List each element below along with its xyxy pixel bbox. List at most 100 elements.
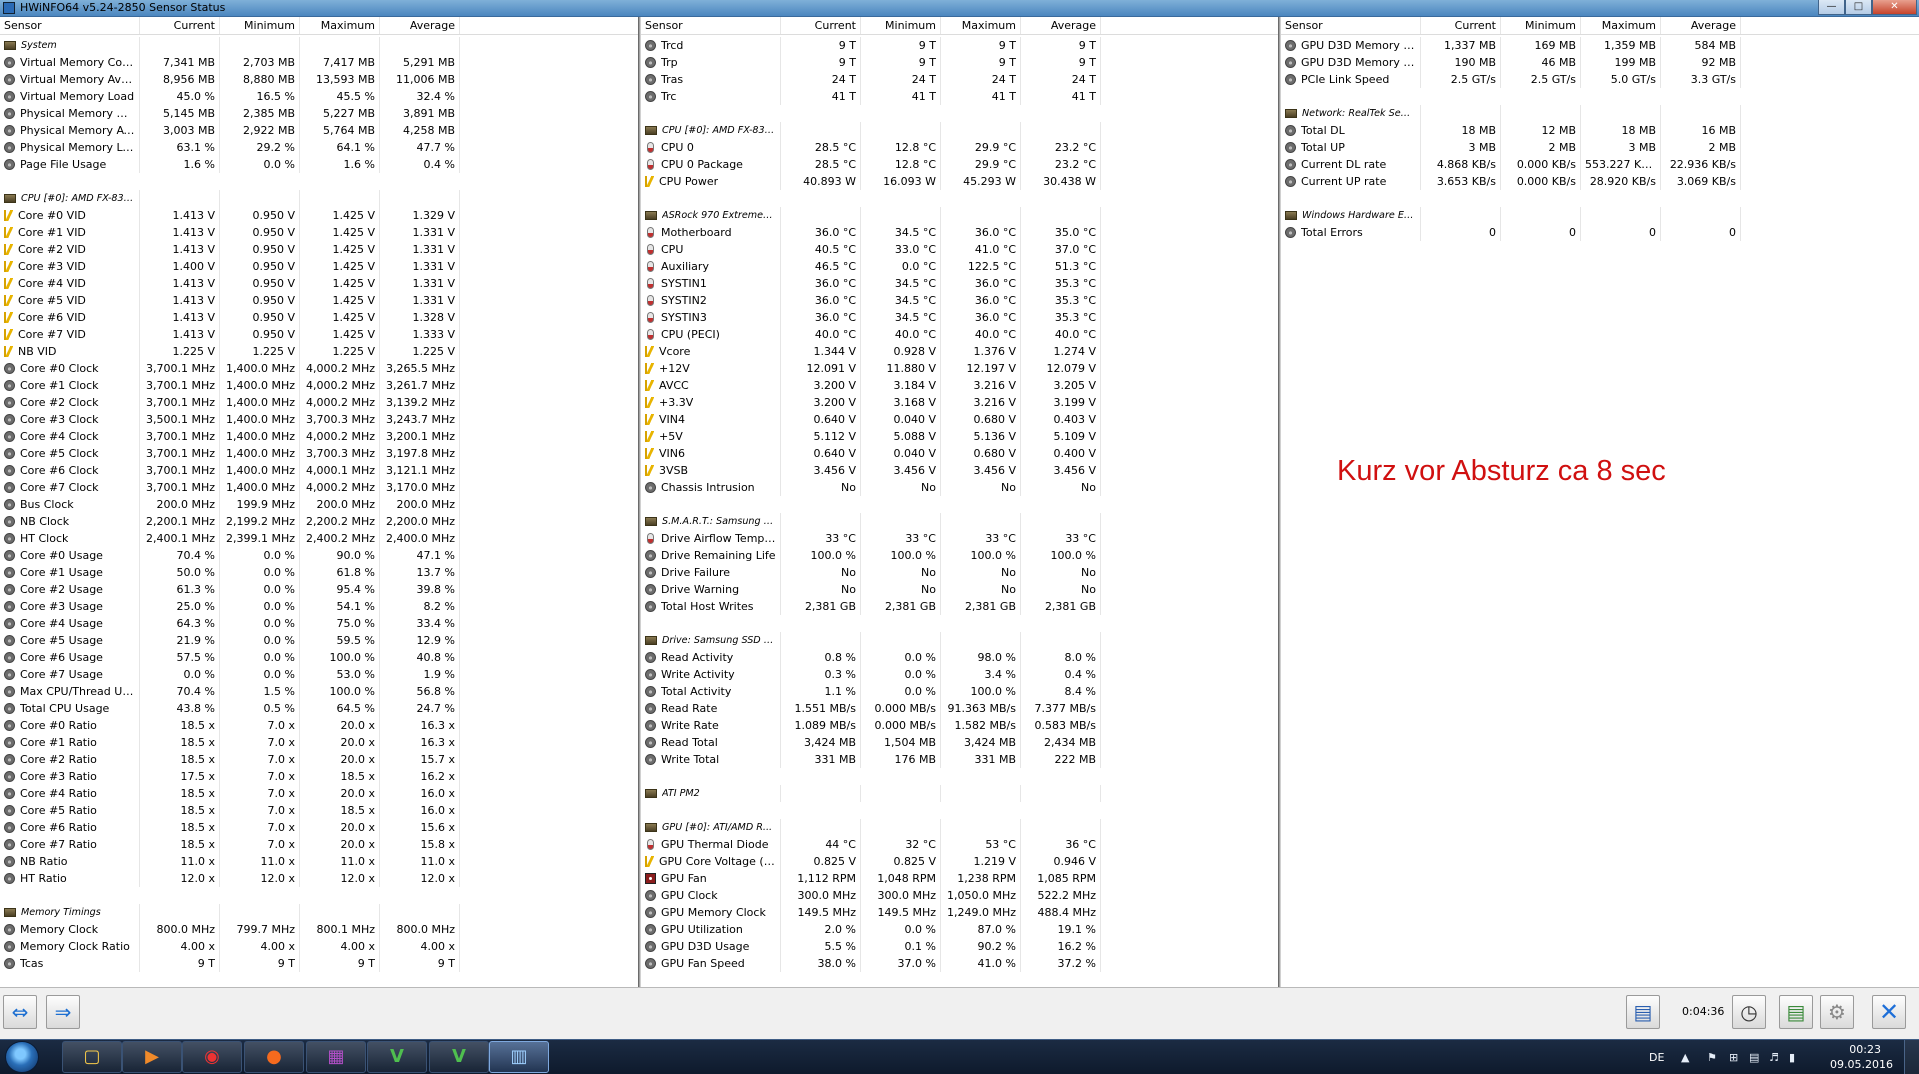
sensor-row[interactable]: GPU Core Voltage (V... 0.825 V 0.825 V 1.21… <box>641 853 1278 870</box>
sensor-row[interactable]: Memory Clock 800.0 MHz 799.7 MHz 800.1 MHz 8… <box>0 921 638 938</box>
sensor-group-header[interactable]: ATI PM2 <box>641 785 1278 802</box>
sensor-panel-1[interactable]: Sensor Current Minimum Maximum Average S… <box>0 17 638 987</box>
sensor-row[interactable]: Drive Warning No No No No <box>641 581 1278 598</box>
sensor-panel-2[interactable]: Sensor Current Minimum Maximum Average T… <box>641 17 1278 987</box>
gta-v-icon[interactable]: V <box>429 1041 489 1073</box>
sensor-row[interactable]: AVCC 3.200 V 3.184 V 3.216 V 3.205 V <box>641 377 1278 394</box>
sensor-row[interactable]: CPU 0 Package 28.5 °C 12.8 °C 29.9 °C 23.2 °… <box>641 156 1278 173</box>
origin-icon[interactable]: ● <box>244 1041 304 1073</box>
sensor-row[interactable]: Total CPU Usage 43.8 % 0.5 % 64.5 % 24.7 % <box>0 700 638 717</box>
sensor-group-header[interactable]: ASRock 970 Extreme4 (... <box>641 207 1278 224</box>
clock-time[interactable]: 00:23 <box>1849 1043 1881 1056</box>
sensor-row[interactable]: Core #6 Usage 57.5 % 0.0 % 100.0 % 40.8 % <box>0 649 638 666</box>
file-explorer-icon[interactable]: ▢ <box>62 1041 122 1073</box>
sensor-row[interactable]: Core #4 Clock 3,700.1 MHz 1,400.0 MHz 4,000… <box>0 428 638 445</box>
header-current[interactable]: Current <box>1421 17 1501 34</box>
chrome-icon[interactable]: ◉ <box>182 1041 242 1073</box>
minimize-button[interactable]: — <box>1818 0 1845 15</box>
show-desktop-button[interactable] <box>1904 1040 1919 1074</box>
volume-icon[interactable]: ♬ <box>1769 1051 1779 1064</box>
sensor-group-header[interactable]: Drive: Samsung SSD 8... <box>641 632 1278 649</box>
sensor-row[interactable]: Physical Memory Ava... 3,003 MB 2,922 MB 5,… <box>0 122 638 139</box>
sensor-group-header[interactable]: S.M.A.R.T.: Samsung S... <box>641 513 1278 530</box>
header-maximum[interactable]: Maximum <box>941 17 1021 34</box>
maximize-button[interactable]: □ <box>1845 0 1872 15</box>
sensor-row[interactable]: Vcore 1.344 V 0.928 V 1.376 V 1.274 V <box>641 343 1278 360</box>
sensor-row[interactable]: Core #7 Ratio 18.5 x 7.0 x 20.0 x 15.8 x <box>0 836 638 853</box>
sensor-row[interactable]: GPU Utilization 2.0 % 0.0 % 87.0 % 19.1 % <box>641 921 1278 938</box>
sensor-group-header[interactable]: Memory Timings <box>0 904 638 921</box>
sensor-row[interactable]: Core #1 VID 1.413 V 0.950 V 1.425 V 1.331 V <box>0 224 638 241</box>
sensor-row[interactable]: Core #0 Ratio 18.5 x 7.0 x 20.0 x 16.3 x <box>0 717 638 734</box>
language-indicator[interactable]: DE <box>1649 1051 1664 1064</box>
header-sensor[interactable]: Sensor <box>1281 17 1421 34</box>
windows-icon[interactable]: ⊞ <box>1729 1051 1738 1064</box>
sensor-row[interactable]: Core #3 Usage 25.0 % 0.0 % 54.1 % 8.2 % <box>0 598 638 615</box>
title-bar[interactable]: HWiNFO64 v5.24-2850 Sensor Status — □ ✕ <box>0 0 1919 17</box>
sensor-row[interactable]: NB Ratio 11.0 x 11.0 x 11.0 x 11.0 x <box>0 853 638 870</box>
header-average[interactable]: Average <box>1021 17 1101 34</box>
sensor-row[interactable]: Physical Memory Load 63.1 % 29.2 % 64.1 % 47… <box>0 139 638 156</box>
header-average[interactable]: Average <box>1661 17 1741 34</box>
sensor-row[interactable]: Read Rate 1.551 MB/s 0.000 MB/s 91.363 MB/s… <box>641 700 1278 717</box>
sensor-row[interactable]: Core #3 VID 1.400 V 0.950 V 1.425 V 1.331 V <box>0 258 638 275</box>
sensor-row[interactable]: Tras 24 T 24 T 24 T 24 T <box>641 71 1278 88</box>
sensor-row[interactable]: Write Activity 0.3 % 0.0 % 3.4 % 0.4 % <box>641 666 1278 683</box>
sensor-row[interactable]: Core #1 Clock 3,700.1 MHz 1,400.0 MHz 4,000… <box>0 377 638 394</box>
sensor-row[interactable]: Virtual Memory Load 45.0 % 16.5 % 45.5 % 32.… <box>0 88 638 105</box>
sensor-row[interactable]: Core #4 VID 1.413 V 0.950 V 1.425 V 1.331 V <box>0 275 638 292</box>
hwinfo-taskbar-icon[interactable]: ▥ <box>489 1041 549 1073</box>
header-sensor[interactable]: Sensor <box>641 17 781 34</box>
sensor-row[interactable]: GPU D3D Memory De... 1,337 MB169 MB1,359 … <box>1281 37 1919 54</box>
sensor-row[interactable]: NB Clock 2,200.1 MHz 2,199.2 MHz 2,200.2 MH… <box>0 513 638 530</box>
sensor-row[interactable]: HT Clock 2,400.1 MHz 2,399.1 MHz 2,400.2 MH… <box>0 530 638 547</box>
sensor-row[interactable]: Total DL 18 MB 12 MB 18 MB 16 MB <box>1281 122 1919 139</box>
gta-v-icon[interactable]: V <box>367 1041 427 1073</box>
header-maximum[interactable]: Maximum <box>1581 17 1661 34</box>
sensor-row[interactable]: Drive Remaining Life 100.0 % 100.0 % 100.0 … <box>641 547 1278 564</box>
sensor-row[interactable]: Write Total 331 MB 176 MB 331 MB 222 MB <box>641 751 1278 768</box>
sensor-row[interactable]: GPU Fan Speed 38.0 % 37.0 % 41.0 % 37.2 % <box>641 955 1278 972</box>
sensor-row[interactable]: Core #3 Clock 3,500.1 MHz 1,400.0 MHz 3,700… <box>0 411 638 428</box>
sensor-row[interactable]: Core #1 Usage 50.0 % 0.0 % 61.8 % 13.7 % <box>0 564 638 581</box>
header-minimum[interactable]: Minimum <box>861 17 941 34</box>
sensor-row[interactable]: GPU Fan 1,112 RPM 1,048 RPM 1,238 RPM 1,085 … <box>641 870 1278 887</box>
sensor-group-header[interactable]: CPU [#0]: AMD FX-8320 <box>0 190 638 207</box>
sensor-row[interactable]: Bus Clock 200.0 MHz 199.9 MHz 200.0 MHz 200.… <box>0 496 638 513</box>
sensor-row[interactable]: Current UP rate 3.653 KB/s 0.000 KB/s 28.92… <box>1281 173 1919 190</box>
sensor-row[interactable]: Core #2 Ratio 18.5 x 7.0 x 20.0 x 15.7 x <box>0 751 638 768</box>
header-current[interactable]: Current <box>781 17 861 34</box>
sensor-row[interactable]: Core #5 Ratio 18.5 x 7.0 x 18.5 x 16.0 x <box>0 802 638 819</box>
battery-icon[interactable]: ▮ <box>1789 1051 1795 1064</box>
sensor-row[interactable]: NB VID 1.225 V 1.225 V 1.225 V 1.225 V <box>0 343 638 360</box>
clock-date[interactable]: 09.05.2016 <box>1830 1058 1893 1071</box>
log-report-icon[interactable]: ▤ <box>1779 995 1813 1029</box>
sensor-row[interactable]: Virtual Memory Com... 7,341 MB 2,703 MB 7,4… <box>0 54 638 71</box>
close-window-button[interactable]: ✕ <box>1872 0 1917 15</box>
winrar-icon[interactable]: ▦ <box>306 1041 366 1073</box>
sensor-row[interactable]: Core #0 VID 1.413 V 0.950 V 1.425 V 1.329 V <box>0 207 638 224</box>
sensor-row[interactable]: GPU Clock 300.0 MHz 300.0 MHz 1,050.0 MHz 52… <box>641 887 1278 904</box>
sensor-row[interactable]: GPU Memory Clock 149.5 MHz 149.5 MHz 1,249.… <box>641 904 1278 921</box>
sensor-row[interactable]: PCIe Link Speed 2.5 GT/s 2.5 GT/s 5.0 GT/s 3… <box>1281 71 1919 88</box>
sensor-row[interactable]: Core #3 Ratio 17.5 x 7.0 x 18.5 x 16.2 x <box>0 768 638 785</box>
sensor-group-header[interactable]: System <box>0 37 638 54</box>
sensor-row[interactable]: VIN6 0.640 V 0.040 V 0.680 V 0.400 V <box>641 445 1278 462</box>
sensor-row[interactable]: Core #0 Clock 3,700.1 MHz 1,400.0 MHz 4,000… <box>0 360 638 377</box>
sensor-row[interactable]: Drive Failure No No No No <box>641 564 1278 581</box>
sensor-row[interactable]: Memory Clock Ratio 4.00 x 4.00 x 4.00 x 4.00… <box>0 938 638 955</box>
sensor-panel-3[interactable]: Sensor Current Minimum Maximum Average G… <box>1281 17 1919 987</box>
sensor-row[interactable]: Core #1 Ratio 18.5 x 7.0 x 20.0 x 16.3 x <box>0 734 638 751</box>
sensor-row[interactable]: Page File Usage 1.6 % 0.0 % 1.6 % 0.4 % <box>0 156 638 173</box>
sensor-row[interactable]: Write Rate 1.089 MB/s 0.000 MB/s 1.582 MB/s… <box>641 717 1278 734</box>
sensor-group-header[interactable]: GPU [#0]: ATI/AMD R... <box>641 819 1278 836</box>
sensor-row[interactable]: 3VSB 3.456 V 3.456 V 3.456 V 3.456 V <box>641 462 1278 479</box>
sensor-row[interactable]: Core #2 Usage 61.3 % 0.0 % 95.4 % 39.8 % <box>0 581 638 598</box>
sensor-row[interactable]: Core #2 VID 1.413 V 0.950 V 1.425 V 1.331 V <box>0 241 638 258</box>
chevron-up-icon[interactable]: ▲ <box>1681 1051 1689 1064</box>
sensor-row[interactable]: Auxiliary 46.5 °C 0.0 °C 122.5 °C 51.3 °C <box>641 258 1278 275</box>
sensor-row[interactable]: SYSTIN3 36.0 °C 34.5 °C 36.0 °C 35.3 °C <box>641 309 1278 326</box>
sensor-row[interactable]: Core #6 Clock 3,700.1 MHz 1,400.0 MHz 4,000… <box>0 462 638 479</box>
network-icon[interactable]: ▤ <box>1749 1051 1759 1064</box>
sensor-row[interactable]: Current DL rate 4.868 KB/s 0.000 KB/s 553.2… <box>1281 156 1919 173</box>
